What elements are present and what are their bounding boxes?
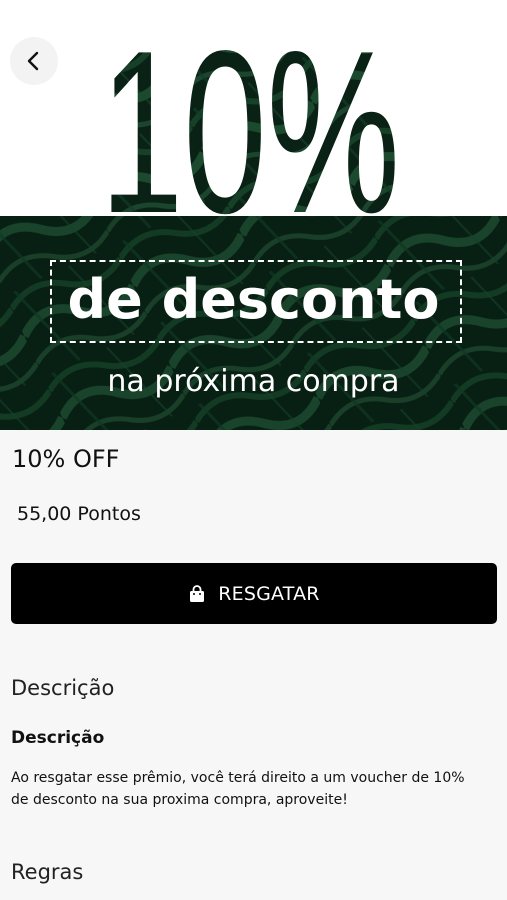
redeem-button[interactable]: RESGATAR [11,563,497,624]
back-button[interactable] [10,37,58,85]
reward-detail-screen: 10% [0,0,507,900]
offer-title: 10% OFF [12,445,120,473]
chevron-left-icon [27,51,39,71]
description-subtitle: Descrição [11,728,105,748]
rules-heading[interactable]: Regras [11,857,83,887]
discount-subline: na próxima compra [107,364,400,399]
description-heading: Descrição [11,676,115,700]
redeem-button-label: RESGATAR [218,582,320,605]
discount-headline: de desconto [67,268,440,331]
description-text: Ao resgatar esse prêmio, você terá direi… [11,770,465,808]
shopping-bag-icon [188,584,206,603]
hero-banner: 10% [0,0,507,430]
points-cost: 55,00 Pontos [17,503,141,525]
